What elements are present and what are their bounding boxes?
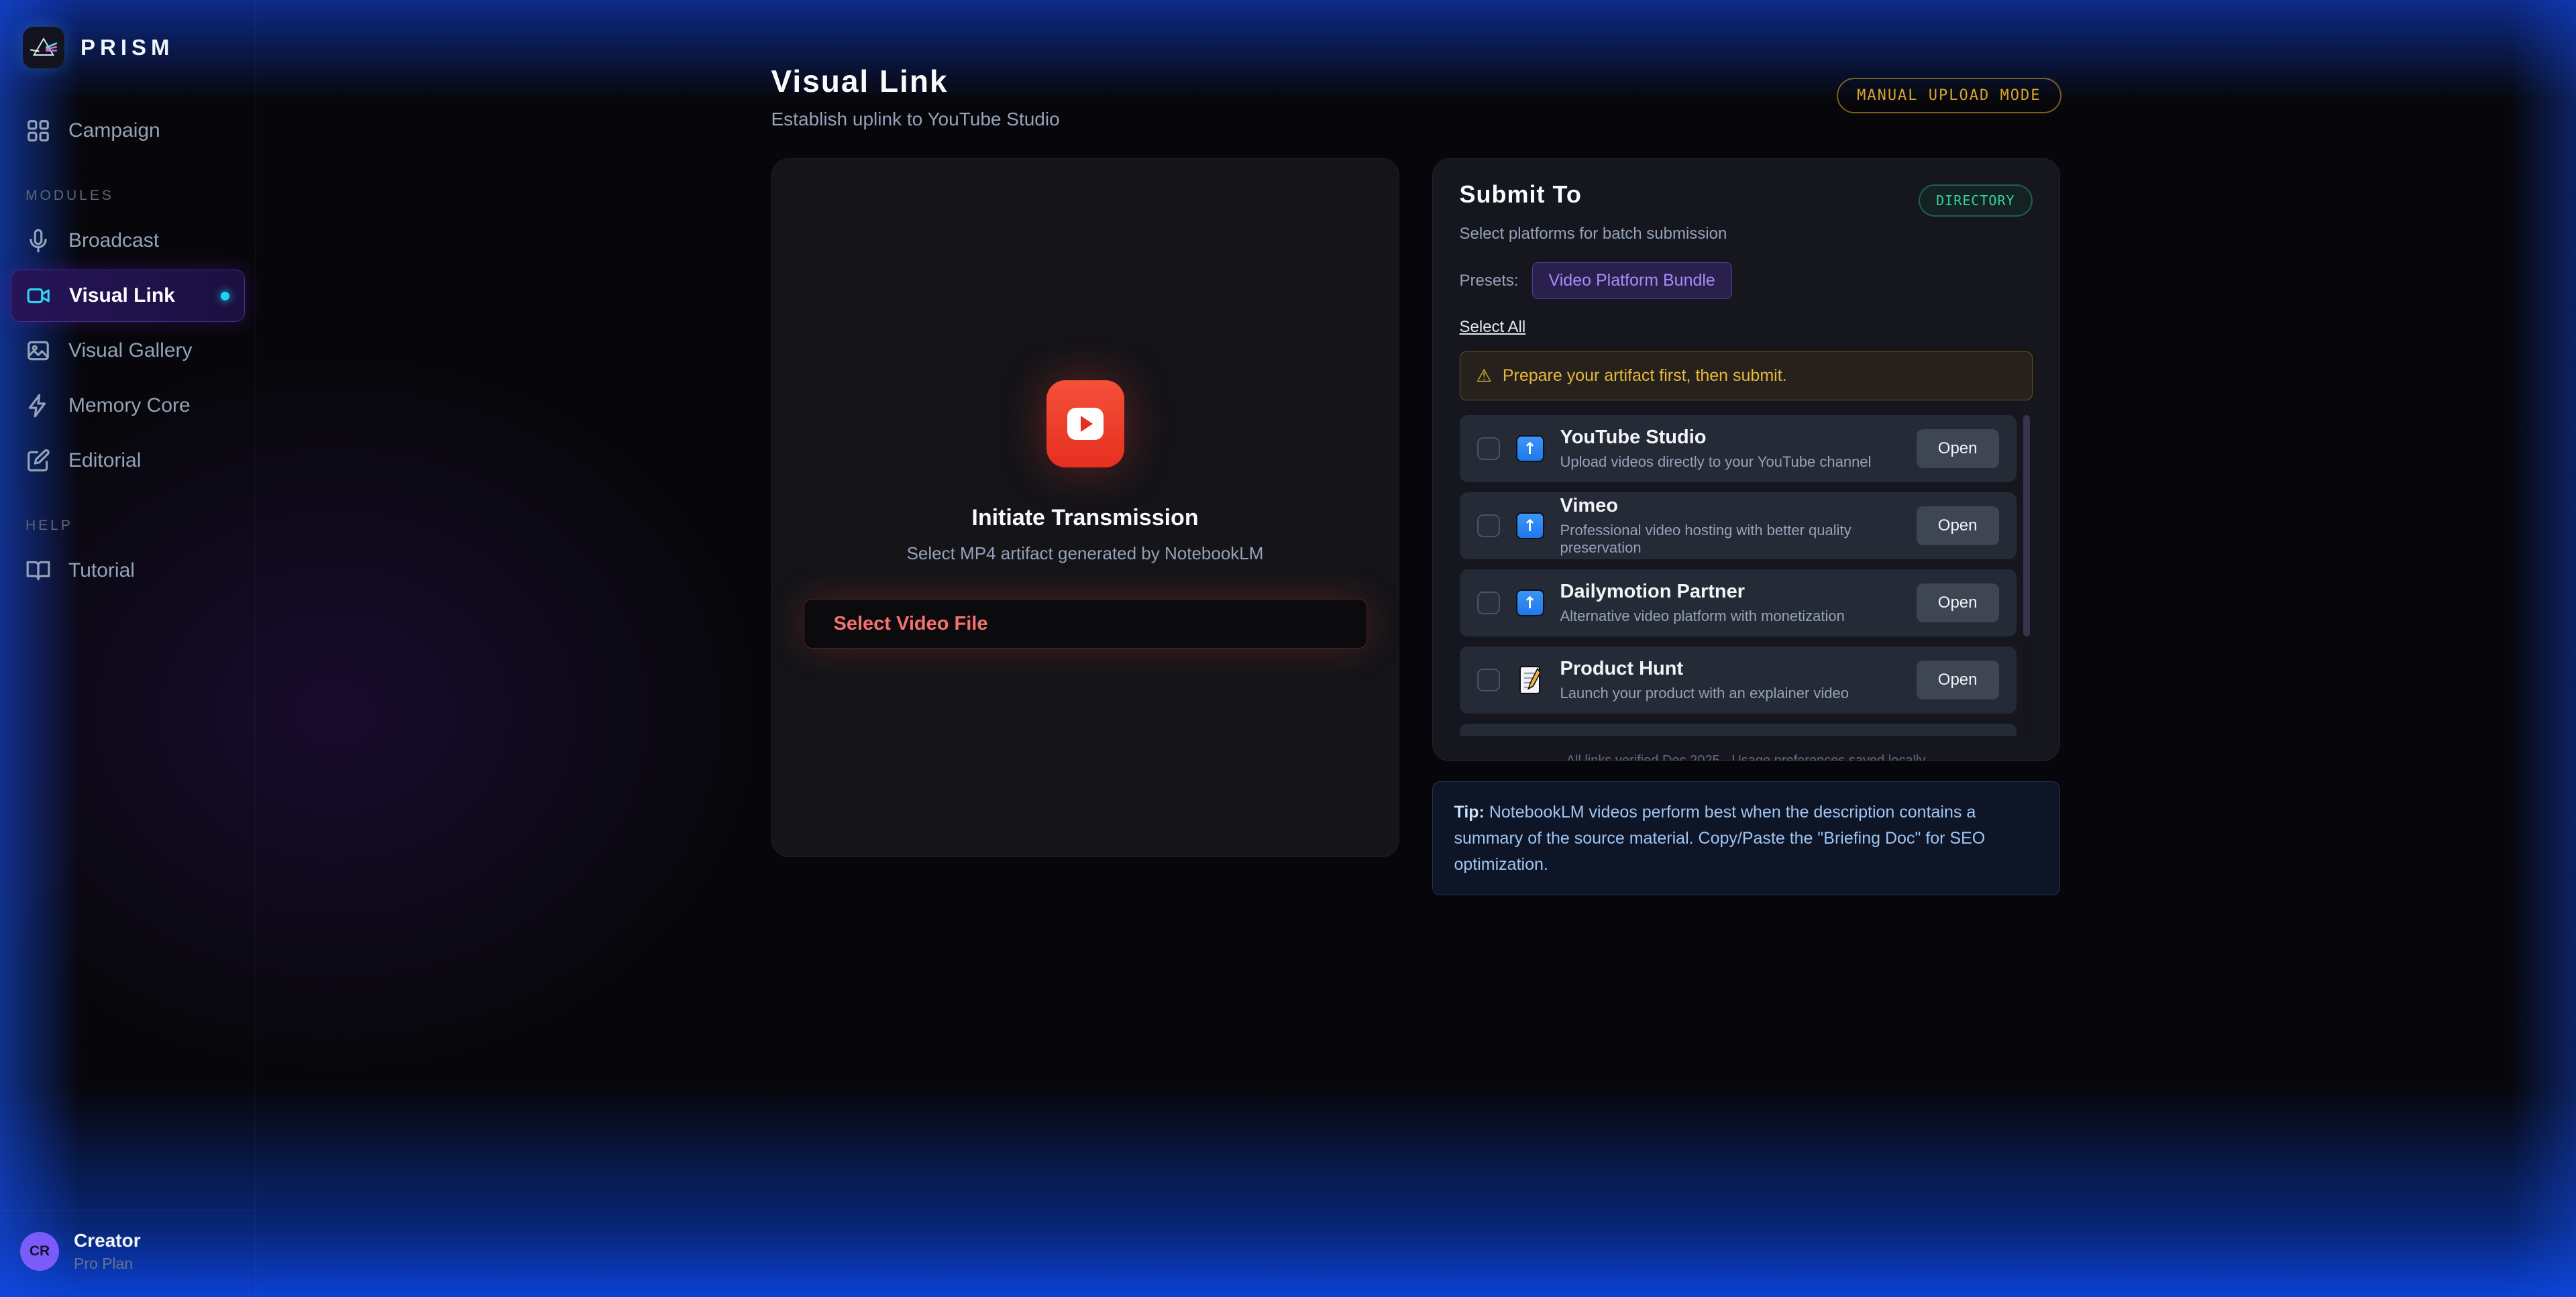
edit-pencil-icon [25,448,51,473]
warning-banner: ⚠ Prepare your artifact first, then subm… [1460,351,2033,400]
sidebar-item-memory-core[interactable]: Memory Core [11,380,245,432]
prism-logo-icon [23,27,64,68]
upload-arrow-icon: ↑ [1516,512,1544,539]
sidebar-item-label: Campaign [68,119,160,142]
sidebar-item-broadcast[interactable]: Broadcast [11,215,245,267]
brand-name: PRISM [80,35,174,60]
sidebar-item-label: Memory Core [68,394,191,417]
platform-row-vimeo[interactable]: ↑ Vimeo Professional video hosting with … [1460,492,2017,559]
submit-panel: Submit To DIRECTORY Select platforms for… [1432,158,2060,761]
sidebar-item-visual-link[interactable]: Visual Link [11,270,245,322]
image-icon [25,338,51,363]
upload-arrow-icon: ↑ [1516,435,1544,462]
preset-video-platform-bundle[interactable]: Video Platform Bundle [1532,262,1732,299]
manual-upload-mode-badge: MANUAL UPLOAD MODE [1837,78,2061,113]
page-title: Visual Link [771,63,1060,99]
modules-section-label: MODULES [0,188,256,204]
platform-name: Vimeo [1560,495,1900,517]
help-section-label: HELP [0,518,256,534]
platform-list: ↑ YouTube Studio Upload videos directly … [1460,415,2033,736]
sidebar-item-label: Visual Gallery [68,339,193,362]
memo-icon [1516,665,1544,695]
platform-row-youtube-studio[interactable]: ↑ YouTube Studio Upload videos directly … [1460,415,2017,482]
youtube-studio-checkbox[interactable] [1477,437,1500,460]
platform-description: Upload videos directly to your YouTube c… [1560,453,1900,471]
product-hunt-checkbox[interactable] [1477,669,1500,691]
page-subtitle: Establish uplink to YouTube Studio [771,109,1060,130]
microphone-icon [25,228,51,253]
dailymotion-checkbox[interactable] [1477,591,1500,614]
sidebar-item-label: Editorial [68,449,141,472]
active-indicator-dot [221,292,229,300]
sidebar: PRISM Campaign MODULES Broadcast [0,0,256,1297]
sidebar-spacer [0,600,256,1210]
submit-panel-title: Submit To [1460,180,1582,209]
open-youtube-studio-button[interactable]: Open [1917,429,1999,468]
warning-text: Prepare your artifact first, then submit… [1503,366,1787,386]
upload-arrow-icon: ↑ [1516,589,1544,616]
platform-description: Professional video hosting with better q… [1560,522,1900,557]
grid-icon [25,118,51,144]
list-scrollbar-track [2023,415,2030,736]
video-camera-icon [26,283,52,308]
uplink-heading: Initiate Transmission [971,505,1198,531]
platform-row-product-hunt[interactable]: Product Hunt Launch your product with an… [1460,646,2017,714]
uplink-card: Initiate Transmission Select MP4 artifac… [771,158,1399,857]
page-header: Visual Link Establish uplink to YouTube … [771,63,2061,130]
zap-icon [25,393,51,418]
sidebar-nav: Campaign MODULES Broadcast Visual Link [0,93,256,600]
youtube-icon [1046,380,1124,467]
sidebar-item-campaign[interactable]: Campaign [11,105,245,157]
platform-name: YouTube Studio [1560,427,1900,449]
sidebar-item-visual-gallery[interactable]: Visual Gallery [11,325,245,377]
app-window: PRISM Campaign MODULES Broadcast [0,0,2576,1297]
platform-row-dailymotion[interactable]: ↑ Dailymotion Partner Alternative video … [1460,569,2017,636]
open-dailymotion-button[interactable]: Open [1917,583,1999,622]
platform-row-partial[interactable] [1460,724,2017,736]
book-open-icon [25,558,51,583]
presets-label: Presets: [1460,272,1519,290]
select-all-link[interactable]: Select All [1460,318,1526,337]
platform-description: Alternative video platform with monetiza… [1560,608,1900,625]
list-footer-note: All links verified Dec 2025 · Usage pref… [1460,753,2033,761]
brand-logo[interactable]: PRISM [0,0,256,93]
user-name: Creator [74,1230,141,1251]
platform-name: Dailymotion Partner [1560,581,1900,603]
main-area: Visual Link Establish uplink to YouTube … [256,0,2576,1297]
tip-box: Tip: NotebookLM videos perform best when… [1432,781,2060,895]
directory-badge: DIRECTORY [1919,184,2032,217]
user-account[interactable]: CR Creator Pro Plan [0,1210,256,1297]
platform-description: Launch your product with an explainer vi… [1560,685,1900,702]
avatar: CR [20,1232,59,1271]
submit-panel-subtitle: Select platforms for batch submission [1460,225,2033,243]
sidebar-item-label: Tutorial [68,559,135,582]
sidebar-item-tutorial[interactable]: Tutorial [11,545,245,597]
sidebar-item-label: Broadcast [68,229,159,252]
warning-triangle-icon: ⚠ [1477,365,1492,386]
tip-label: Tip: [1454,803,1485,822]
tip-text: NotebookLM videos perform best when the … [1454,803,1986,874]
select-video-file-button[interactable]: Select Video File [804,599,1367,648]
sidebar-item-editorial[interactable]: Editorial [11,435,245,487]
youtube-play-icon [1067,408,1104,440]
sidebar-item-label: Visual Link [69,284,175,307]
open-vimeo-button[interactable]: Open [1917,506,1999,545]
list-scrollbar-thumb[interactable] [2023,415,2030,636]
uplink-subheading: Select MP4 artifact generated by Noteboo… [907,543,1264,564]
platform-name: Product Hunt [1560,658,1900,680]
vimeo-checkbox[interactable] [1477,514,1500,537]
open-product-hunt-button[interactable]: Open [1917,661,1999,699]
user-plan: Pro Plan [74,1255,141,1273]
